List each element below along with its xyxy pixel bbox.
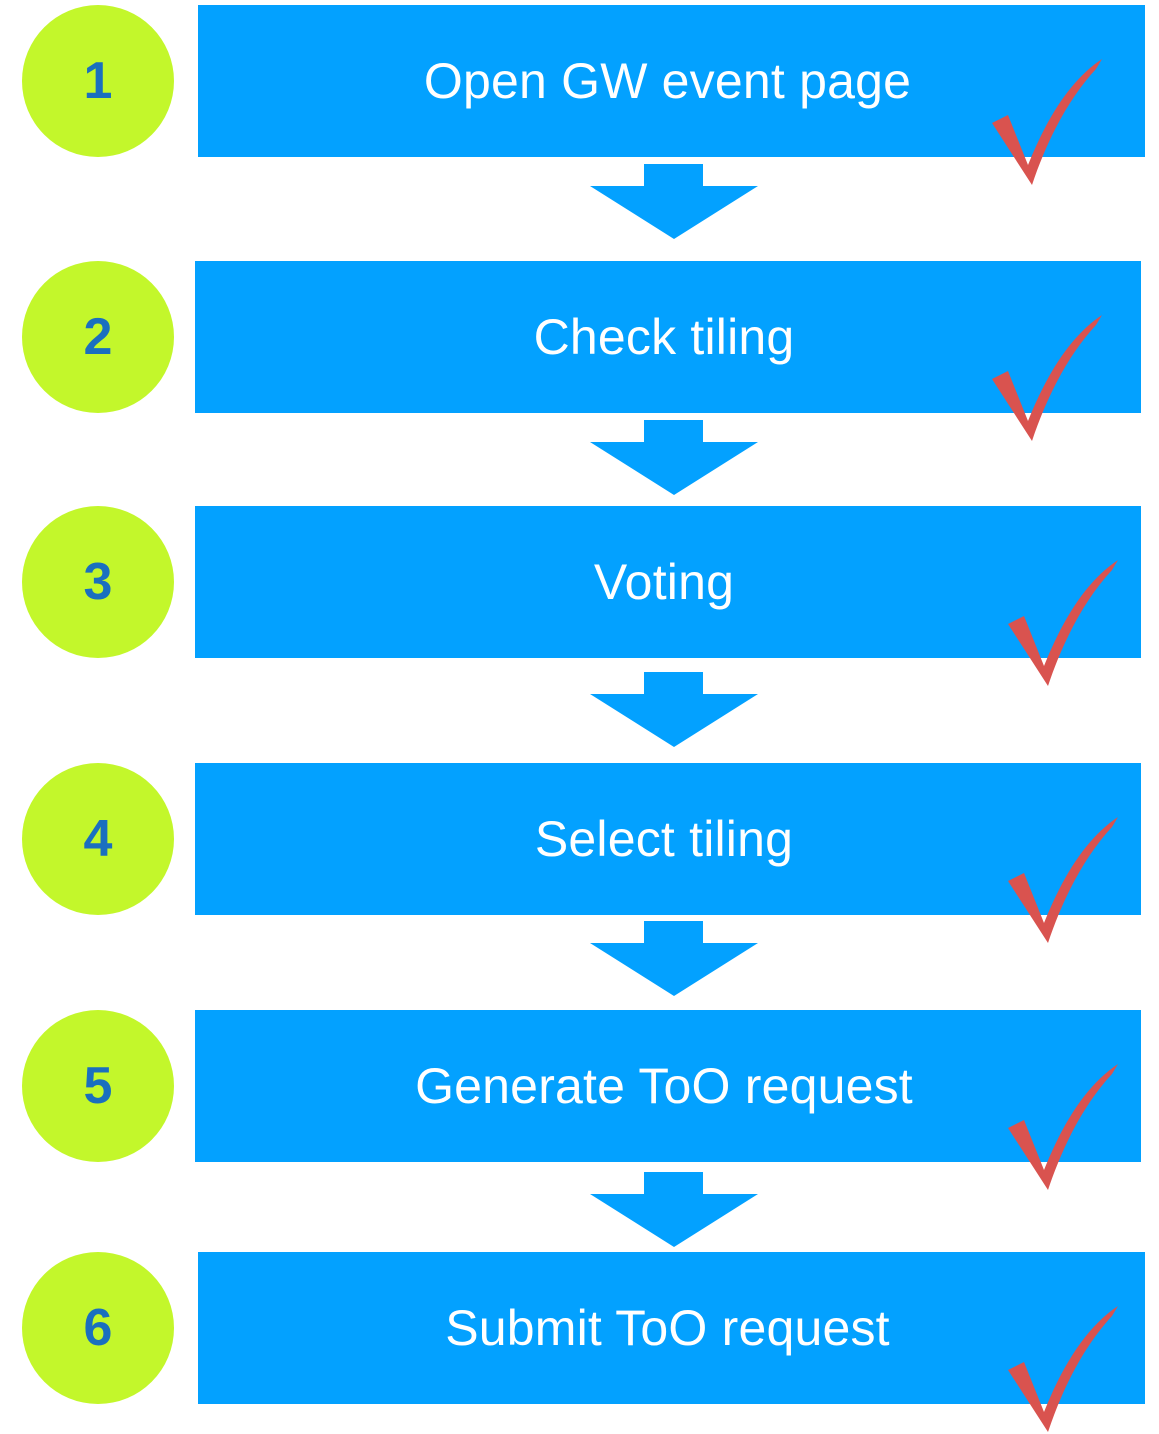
step-label: Generate ToO request xyxy=(415,1058,913,1114)
step-number-badge: 4 xyxy=(22,763,174,915)
checkmark-icon xyxy=(1008,1306,1118,1432)
step-number-badge: 2 xyxy=(22,261,174,413)
step-number-badge: 3 xyxy=(22,506,174,658)
step-number-badge: 1 xyxy=(22,5,174,157)
down-arrow-icon xyxy=(590,420,758,495)
step-label: Select tiling xyxy=(534,811,794,867)
checkmark-icon xyxy=(1008,817,1118,943)
step-label: Voting xyxy=(593,554,735,610)
step-number-badge: 6 xyxy=(22,1252,174,1404)
step-label: Submit ToO request xyxy=(445,1300,890,1356)
checkmark-icon xyxy=(1008,560,1118,686)
step-box: Select tiling xyxy=(195,763,1141,915)
flow-diagram: 1 Open GW event page 2 Check tiling 3 Voting 4… xyxy=(0,0,1159,1432)
step-label: Open GW event page xyxy=(423,53,912,109)
checkmark-icon xyxy=(1008,1064,1118,1190)
step-label: Check tiling xyxy=(533,309,795,365)
step-box: Submit ToO request xyxy=(198,1252,1145,1404)
down-arrow-icon xyxy=(590,164,758,239)
checkmark-icon xyxy=(992,59,1102,185)
checkmark-icon xyxy=(992,315,1102,441)
down-arrow-icon xyxy=(590,921,758,996)
down-arrow-icon xyxy=(590,672,758,747)
step-box: Voting xyxy=(195,506,1141,658)
down-arrow-icon xyxy=(590,1172,758,1247)
step-box: Generate ToO request xyxy=(195,1010,1141,1162)
step-number-badge: 5 xyxy=(22,1010,174,1162)
